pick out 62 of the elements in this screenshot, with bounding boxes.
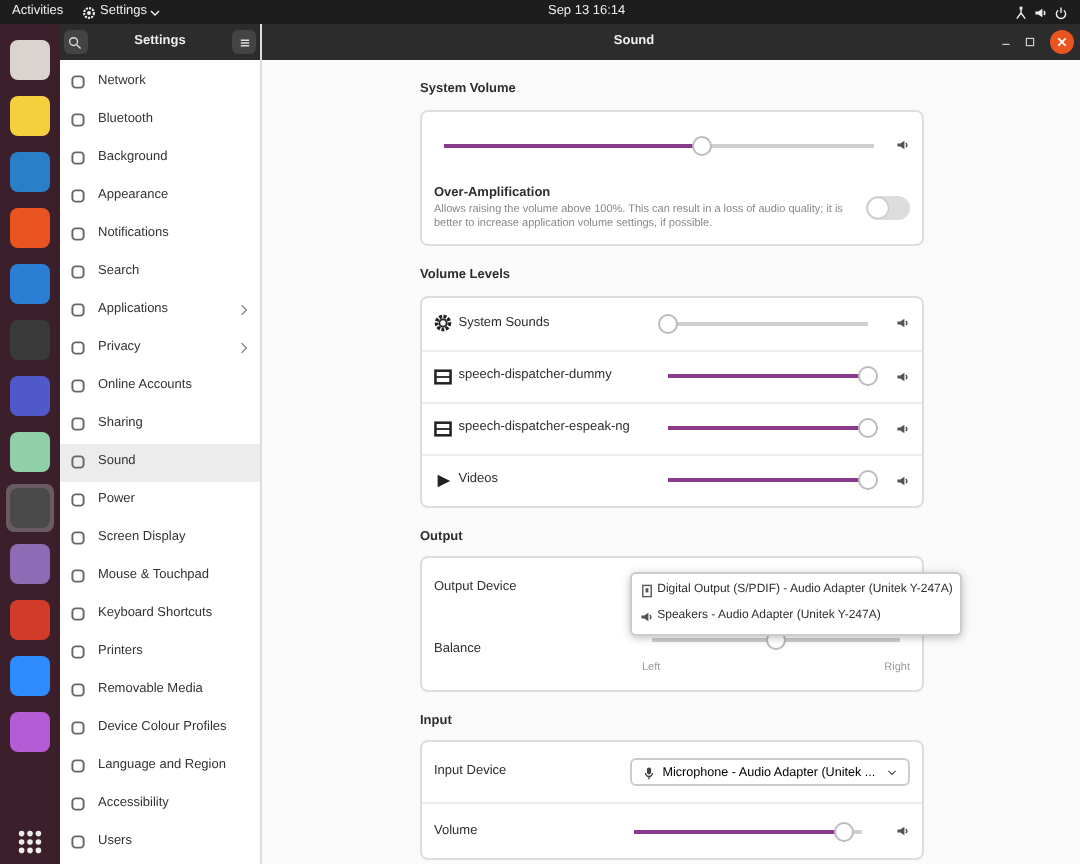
category-icon	[70, 416, 86, 433]
menu-icon	[237, 35, 252, 49]
app-icon[interactable]	[10, 656, 50, 696]
app-icon[interactable]	[10, 40, 50, 80]
category-icon	[70, 454, 86, 471]
port-icon	[640, 584, 654, 598]
speaker-icon	[896, 824, 910, 839]
category-icon	[70, 568, 86, 585]
toggle-switch[interactable]	[866, 195, 910, 220]
category-icon	[70, 112, 86, 129]
network-icon	[1013, 5, 1027, 19]
gear-icon	[82, 5, 97, 19]
category-icon	[70, 74, 86, 91]
chevron-icon	[238, 342, 250, 355]
gear-icon	[434, 314, 452, 333]
category-icon	[70, 226, 86, 243]
caret-icon	[886, 766, 898, 779]
menu-button[interactable]	[232, 30, 257, 54]
category-icon	[70, 530, 86, 547]
slider-thumb[interactable]	[657, 313, 677, 334]
speaker-icon	[640, 610, 654, 624]
close-icon	[1055, 36, 1068, 48]
category-icon	[70, 720, 86, 737]
search-button[interactable]	[63, 30, 88, 54]
category-icon	[70, 378, 86, 395]
power-icon	[1054, 5, 1068, 19]
chevron-icon	[238, 304, 250, 317]
caret-icon	[150, 7, 161, 17]
category-icon	[70, 340, 86, 357]
microphone-icon	[642, 765, 656, 780]
volume-icon	[1033, 5, 1048, 19]
app-grid-icon[interactable]	[16, 828, 44, 856]
play-icon	[434, 471, 452, 490]
speaker-icon	[896, 138, 910, 153]
category-icon	[70, 188, 86, 205]
speaker-icon	[896, 473, 910, 488]
app-icon[interactable]	[10, 96, 50, 136]
search-icon	[68, 35, 83, 49]
slider-thumb[interactable]	[833, 821, 854, 842]
app-icon[interactable]	[10, 432, 50, 472]
speaker-icon	[896, 421, 910, 436]
slider-thumb[interactable]	[857, 470, 878, 491]
close-button[interactable]	[1049, 30, 1074, 54]
slider-thumb[interactable]	[691, 135, 712, 156]
category-icon	[70, 150, 86, 167]
slider-thumb[interactable]	[857, 418, 878, 439]
category-icon	[70, 644, 86, 661]
category-icon	[70, 606, 86, 623]
speaker-icon	[896, 316, 910, 331]
category-icon	[70, 302, 86, 319]
category-icon	[70, 682, 86, 699]
film-icon	[434, 419, 452, 438]
app-icon[interactable]	[10, 208, 50, 248]
category-icon	[70, 796, 86, 813]
category-icon	[70, 264, 86, 281]
category-icon	[70, 492, 86, 509]
speaker-icon	[896, 369, 910, 384]
category-icon	[70, 758, 86, 775]
slider-thumb[interactable]	[857, 366, 878, 387]
category-icon	[70, 834, 86, 851]
film-icon	[434, 367, 452, 386]
maximize-icon[interactable]	[1024, 36, 1037, 48]
